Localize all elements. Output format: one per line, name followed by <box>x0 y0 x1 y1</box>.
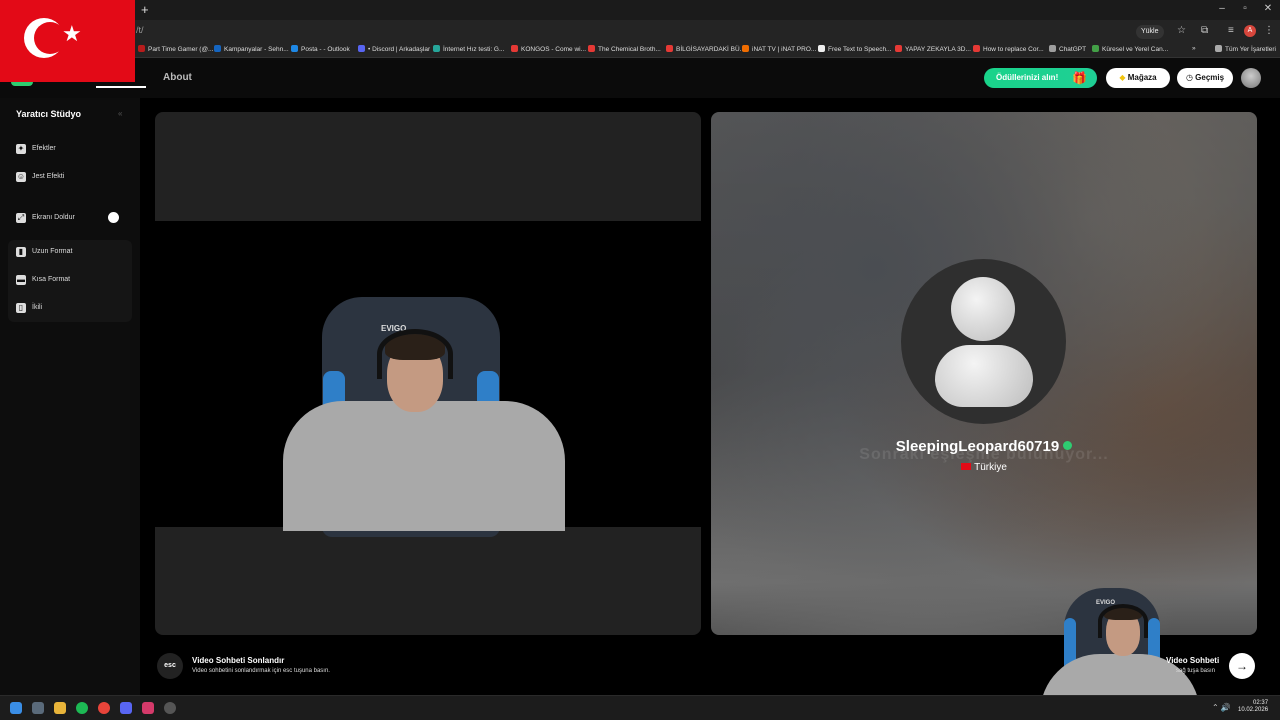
bookmark-favicon-icon <box>1049 45 1056 52</box>
bookmark-favicon-icon <box>1092 45 1099 52</box>
bookmark-item[interactable]: Free Text to Speech... <box>818 45 891 53</box>
bookmark-favicon-icon <box>358 45 365 52</box>
bookmark-item[interactable]: Küresel ve Yerel Can... <box>1092 45 1168 53</box>
end-chat-description: Video sohbetini sonlandırmak için esc tu… <box>192 668 330 674</box>
windows-start-icon[interactable] <box>10 702 22 714</box>
bookmark-star-icon[interactable]: ☆ <box>1177 25 1186 36</box>
extensions-icon[interactable]: ⧉ <box>1201 25 1208 36</box>
close-icon[interactable]: ✕ <box>1258 3 1278 14</box>
os-taskbar <box>0 695 1280 720</box>
bookmarks-bar: Part Time Gamer (@... Kampanyalar - Sehn… <box>0 42 1280 58</box>
bookmark-item[interactable]: Kampanyalar - Sehn... <box>214 45 289 53</box>
history-button[interactable]: ◷ Geçmiş <box>1177 68 1233 88</box>
sidebar-item-dual[interactable]: ▯ İkili <box>8 296 132 320</box>
bookmark-favicon-icon <box>214 45 221 52</box>
bookmark-favicon-icon <box>666 45 673 52</box>
folder-icon <box>1215 45 1222 52</box>
short-format-icon: ▬ <box>16 275 26 285</box>
bookmark-item[interactable]: ChatGPT <box>1049 45 1086 53</box>
bookmark-item[interactable]: YAPAY ZEKAYLA 3D... <box>895 45 971 53</box>
gift-icon: 🎁 <box>1072 71 1087 85</box>
sidebar-item-short-format[interactable]: ▬ Kısa Format <box>8 268 132 292</box>
sidebar-item-long-format[interactable]: ▮ Uzun Format <box>8 240 132 264</box>
peer-country: Türkiye <box>711 462 1257 473</box>
address-bar[interactable]: /t/ ☆ ⧉ ≡ ⋮ <box>0 20 1280 42</box>
media-icon[interactable]: ≡ <box>1228 25 1234 36</box>
bookmark-item[interactable]: The Chemical Broth... <box>588 45 661 53</box>
menu-icon[interactable]: ⋮ <box>1264 25 1274 36</box>
chrome-icon[interactable] <box>98 702 110 714</box>
app-icon[interactable] <box>32 702 44 714</box>
bookmarks-overflow-icon[interactable]: » <box>1192 45 1196 52</box>
star-icon: ★ <box>62 21 82 46</box>
file-explorer-icon[interactable] <box>54 702 66 714</box>
url-text[interactable]: /t/ <box>136 25 144 35</box>
bookmark-favicon-icon <box>433 45 440 52</box>
taskbar-clock[interactable]: 02:37 10.02.2026 <box>1238 700 1268 714</box>
headset-icon <box>1098 604 1148 638</box>
person-torso <box>283 401 565 531</box>
gesture-icon: ☺ <box>16 172 26 182</box>
peer-avatar-icon <box>901 259 1066 424</box>
magic-wand-icon: ✦ <box>16 144 26 154</box>
local-video-panel: EVIGO <box>155 112 701 635</box>
browser-titlebar: + – ▫ ✕ <box>0 0 1280 20</box>
peer-name: SleepingLeopard60719 <box>711 438 1257 455</box>
active-tab-indicator <box>96 86 146 88</box>
bookmark-favicon-icon <box>818 45 825 52</box>
bookmark-item[interactable]: Part Time Gamer (@... <box>138 45 213 53</box>
next-chat-description: sağ tuşa basın <box>1176 668 1216 674</box>
gem-icon: ◆ <box>1119 73 1126 82</box>
bookmark-favicon-icon <box>742 45 749 52</box>
bookmark-favicon-icon <box>291 45 298 52</box>
verified-icon <box>1063 441 1073 450</box>
new-tab-button[interactable]: + <box>141 2 149 17</box>
bookmark-favicon-icon <box>511 45 518 52</box>
next-chat-title: Video Sohbeti <box>1166 656 1220 665</box>
bookmark-favicon-icon <box>138 45 145 52</box>
bookmark-item[interactable]: BİLGİSAYARDAKİ BÜ... <box>666 45 745 53</box>
local-camera-feed: EVIGO <box>155 221 701 537</box>
bookmark-item[interactable]: İnternet Hız testi: G... <box>433 45 504 53</box>
bookmark-favicon-icon <box>895 45 902 52</box>
all-bookmarks-link[interactable]: Tüm Yer İşaretleri <box>1215 45 1276 53</box>
minimize-icon[interactable]: – <box>1212 3 1232 14</box>
app-icon[interactable] <box>164 702 176 714</box>
dual-icon: ▯ <box>16 303 26 313</box>
bookmark-item[interactable]: • Discord | Arkadaşlar <box>358 45 430 53</box>
fill-screen-toggle[interactable] <box>108 212 119 223</box>
bookmark-item[interactable]: How to replace Cor... <box>973 45 1044 53</box>
store-button[interactable]: ◆ Mağaza <box>1106 68 1170 88</box>
profile-avatar[interactable]: A <box>1244 25 1256 37</box>
bookmark-item[interactable]: Posta - - Outlook <box>291 45 350 53</box>
bookmark-item[interactable]: KONGOS - Come wi... <box>511 45 586 53</box>
install-button[interactable]: Yükle <box>1136 25 1164 39</box>
maximize-icon[interactable]: ▫ <box>1235 3 1255 14</box>
long-format-icon: ▮ <box>16 247 26 257</box>
clock-icon: ◷ <box>1185 73 1193 82</box>
turkey-flag-icon <box>961 463 972 470</box>
discord-icon[interactable] <box>120 702 132 714</box>
bookmark-item[interactable]: iNAT TV | iNAT PRO... <box>742 45 816 53</box>
sidebar-item-effects[interactable]: ✦ Efektler <box>8 137 132 161</box>
bookmark-favicon-icon <box>588 45 595 52</box>
fill-screen-icon: ⤢ <box>16 213 26 223</box>
headset-icon <box>377 329 453 379</box>
collapse-sidebar-icon[interactable]: « <box>118 109 122 118</box>
tab-about[interactable]: About <box>163 72 192 83</box>
rewards-button[interactable]: Ödüllerinizi alın! 🎁 <box>984 68 1097 88</box>
bookmark-favicon-icon <box>973 45 980 52</box>
tiktok-icon[interactable] <box>142 702 154 714</box>
esc-key-badge[interactable]: esc <box>157 653 183 679</box>
system-tray[interactable]: ⌃ 🔊 <box>1212 703 1231 712</box>
remote-video-panel: Sonraki eşleşme bulunuyor... SleepingLeo… <box>711 112 1257 635</box>
sidebar-title: Yaratıcı Stüdyo <box>16 109 82 119</box>
sidebar-item-gesture-effect[interactable]: ☺ Jest Efekti <box>8 165 132 189</box>
spotify-icon[interactable] <box>76 702 88 714</box>
turkey-flag-overlay: ★ <box>0 0 135 82</box>
user-avatar[interactable] <box>1241 68 1261 88</box>
end-chat-title: Video Sohbeti Sonlandır <box>192 656 285 665</box>
next-chat-button[interactable]: → <box>1229 653 1255 679</box>
